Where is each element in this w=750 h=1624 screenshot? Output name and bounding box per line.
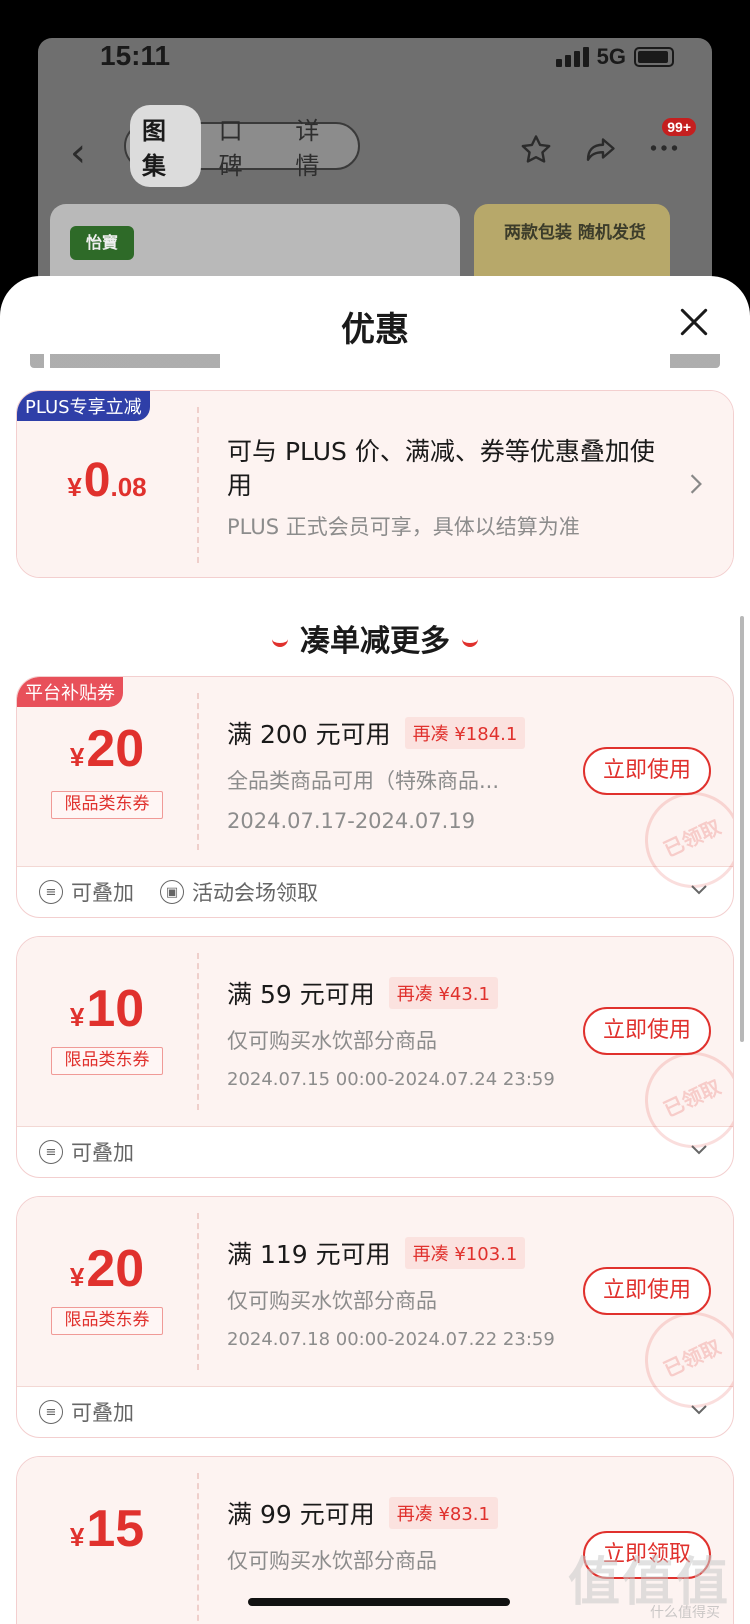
limit-tag: 限品类东券 bbox=[51, 1047, 163, 1075]
feature-venue: ▣ 活动会场领取 bbox=[160, 877, 318, 907]
feature-stackable: ≡ 可叠加 bbox=[39, 1137, 134, 1167]
card-divider bbox=[197, 1213, 199, 1370]
coupon-condition: 满 59 元可用 再凑 ¥43.1 bbox=[227, 975, 543, 1011]
stack-icon: ≡ bbox=[39, 1400, 63, 1424]
coupon-desc: 仅可购买水饮部分商品 bbox=[227, 1289, 437, 1313]
coupon-condition: 满 200 元可用 再凑 ¥184.1 bbox=[227, 715, 543, 751]
plus-sub-text: PLUS 正式会员可享，具体以结算为准 bbox=[227, 515, 580, 539]
scrolled-content-edge bbox=[30, 354, 720, 368]
coupon-amount: ¥20 bbox=[69, 1240, 145, 1298]
use-now-button[interactable]: 立即使用 bbox=[583, 1007, 711, 1055]
feature-stackable: ≡ 可叠加 bbox=[39, 877, 134, 907]
limit-tag: 限品类东券 bbox=[51, 1307, 163, 1335]
use-now-button[interactable]: 立即使用 bbox=[583, 747, 711, 795]
need-more-pill: 再凑 ¥184.1 bbox=[404, 717, 526, 749]
status-indicators: 5G bbox=[555, 44, 674, 70]
ticket-icon: ▣ bbox=[160, 880, 184, 904]
tab-reviews[interactable]: 口碑 bbox=[207, 105, 278, 187]
arc-decoration bbox=[462, 639, 478, 647]
arc-decoration bbox=[272, 639, 288, 647]
plus-tag: PLUS专享立减 bbox=[17, 391, 150, 421]
coupon-date: 2024.07.15 00:00-2024.07.24 23:59 bbox=[227, 1069, 555, 1090]
stack-icon: ≡ bbox=[39, 1140, 63, 1164]
notification-badge: 99+ bbox=[662, 118, 696, 136]
coupon-date: 2024.07.17-2024.07.19 bbox=[227, 809, 476, 833]
brand-logo: 怡寶 bbox=[70, 226, 134, 260]
status-time: 15:11 bbox=[100, 40, 171, 71]
need-more-pill: 再凑 ¥103.1 bbox=[404, 1237, 526, 1269]
nav-actions: 99+ bbox=[518, 118, 696, 170]
card-divider bbox=[197, 1473, 199, 1624]
signal-icon bbox=[555, 47, 589, 67]
offers-sheet: 优惠 ¥0.08 PLUS专享立减 可与 PLUS 价、满减、券等优惠叠加使用 … bbox=[0, 276, 750, 1624]
phone-screen: 15:11 5G ‹ 图集 口碑 详情 99+ 怡寶 两款包装 随机发货 优惠 … bbox=[0, 0, 750, 1624]
use-now-button[interactable]: 立即使用 bbox=[583, 1267, 711, 1315]
plus-amount: ¥0.08 bbox=[67, 454, 147, 507]
coupon-card: ¥10 限品类东券 满 59 元可用 再凑 ¥43.1 仅可购买水饮部分商品 20… bbox=[16, 936, 734, 1178]
scrollbar[interactable] bbox=[740, 616, 744, 1042]
coupon-condition: 满 99 元可用 再凑 ¥83.1 bbox=[227, 1495, 543, 1531]
need-more-pill: 再凑 ¥43.1 bbox=[388, 977, 498, 1009]
chevron-down-icon[interactable] bbox=[689, 1139, 709, 1159]
chevron-down-icon[interactable] bbox=[689, 1399, 709, 1419]
home-indicator[interactable] bbox=[248, 1598, 510, 1606]
plus-main-text: 可与 PLUS 价、满减、券等优惠叠加使用 bbox=[227, 437, 655, 500]
chevron-down-icon[interactable] bbox=[689, 879, 709, 899]
card-divider bbox=[197, 953, 199, 1110]
coupon-info: 满 59 元可用 再凑 ¥43.1 仅可购买水饮部分商品 2024.07.15 0… bbox=[227, 975, 555, 1090]
network-label: 5G bbox=[596, 44, 626, 69]
promo-banner-text: 两款包装 随机发货 bbox=[504, 223, 646, 243]
coupon-info: 满 99 元可用 再凑 ¥83.1 仅可购买水饮部分商品 bbox=[227, 1495, 543, 1575]
feature-stackable: ≡ 可叠加 bbox=[39, 1397, 134, 1427]
close-icon[interactable] bbox=[674, 302, 714, 342]
coupon-condition: 满 119 元可用 再凑 ¥103.1 bbox=[227, 1235, 543, 1271]
coupon-amount: ¥15 bbox=[69, 1500, 145, 1558]
more-menu[interactable]: 99+ bbox=[646, 118, 696, 170]
section-heading: 凑单减更多 bbox=[0, 616, 750, 660]
coupon-desc: 全品类商品可用（特殊商品... bbox=[227, 769, 500, 793]
nav-segmented-tabs: 图集 口碑 详情 bbox=[124, 105, 360, 187]
platform-subsidy-tag: 平台补贴券 bbox=[17, 677, 123, 707]
coupon-amount: ¥20 bbox=[69, 720, 145, 778]
sheet-title: 优惠 bbox=[341, 310, 409, 350]
stack-icon: ≡ bbox=[39, 880, 63, 904]
tab-details[interactable]: 详情 bbox=[283, 105, 354, 187]
need-more-pill: 再凑 ¥83.1 bbox=[388, 1497, 498, 1529]
back-icon[interactable]: ‹ bbox=[70, 130, 86, 176]
limit-tag: 限品类东券 bbox=[51, 791, 163, 819]
plus-info: 可与 PLUS 价、满减、券等优惠叠加使用 PLUS 正式会员可享，具体以结算为… bbox=[227, 435, 663, 541]
chevron-right-icon[interactable] bbox=[687, 473, 705, 495]
watermark-sub: 什么值得买 bbox=[650, 1604, 720, 1620]
coupon-desc: 仅可购买水饮部分商品 bbox=[227, 1549, 437, 1573]
coupon-amount: ¥10 bbox=[69, 980, 145, 1038]
coupon-info: 满 119 元可用 再凑 ¥103.1 仅可购买水饮部分商品 2024.07.18… bbox=[227, 1235, 555, 1350]
tab-gallery[interactable]: 图集 bbox=[130, 105, 201, 187]
coupon-card: ¥20 限品类东券 满 119 元可用 再凑 ¥103.1 仅可购买水饮部分商品 … bbox=[16, 1196, 734, 1438]
star-icon[interactable] bbox=[518, 132, 554, 168]
battery-icon bbox=[634, 47, 674, 67]
plus-discount-card[interactable]: ¥0.08 PLUS专享立减 可与 PLUS 价、满减、券等优惠叠加使用 PLU… bbox=[16, 390, 734, 578]
share-icon[interactable] bbox=[582, 132, 618, 168]
card-divider bbox=[197, 407, 199, 563]
coupon-desc: 仅可购买水饮部分商品 bbox=[227, 1029, 437, 1053]
coupon-card: ¥20 限品类东券 平台补贴券 满 200 元可用 再凑 ¥184.1 全品类商品… bbox=[16, 676, 734, 918]
coupon-date: 2024.07.18 00:00-2024.07.22 23:59 bbox=[227, 1329, 555, 1350]
card-divider bbox=[197, 693, 199, 850]
coupon-info: 满 200 元可用 再凑 ¥184.1 全品类商品可用（特殊商品... 2024.… bbox=[227, 715, 543, 833]
